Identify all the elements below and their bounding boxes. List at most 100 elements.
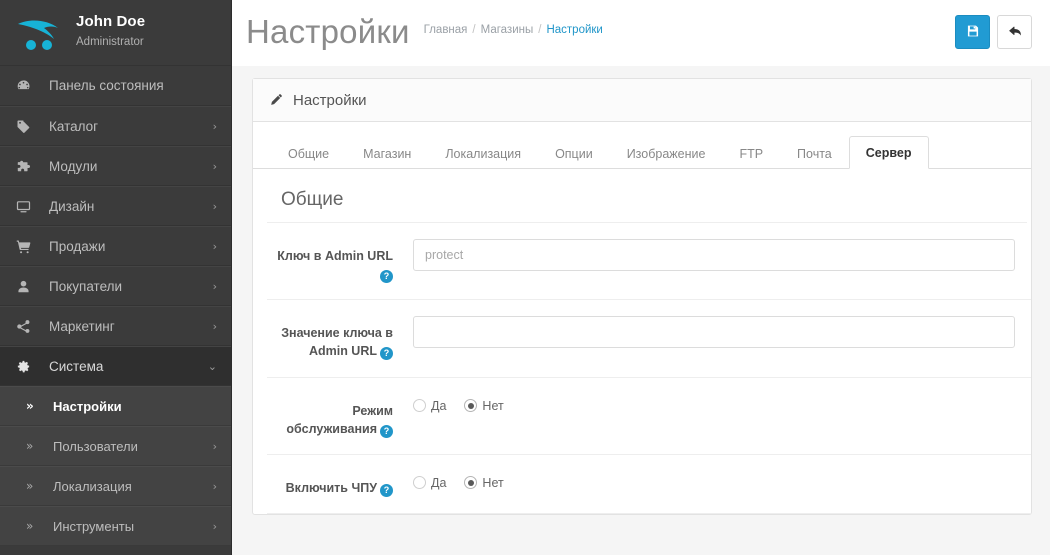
breadcrumb-item-home[interactable]: Главная — [424, 24, 468, 36]
chevron-right-icon: › — [212, 319, 217, 333]
sidebar-item-modules[interactable]: Модули › — [0, 146, 231, 186]
chevron-right-icon: › — [212, 239, 217, 253]
chevron-double-right-icon: » — [26, 479, 34, 493]
sidebar-item-label: Маркетинг — [49, 318, 115, 334]
maintenance-mode-radio-yes[interactable]: Да — [413, 399, 446, 413]
chevron-double-right-icon: » — [26, 399, 34, 413]
sidebar-item-design[interactable]: Дизайн › — [0, 186, 231, 226]
tab-image[interactable]: Изображение — [610, 137, 723, 169]
sidebar-item-users[interactable]: » Пользователи › — [0, 426, 231, 466]
question-help-icon[interactable]: ? — [380, 424, 393, 438]
desktop-monitor-icon — [16, 199, 38, 214]
content-area: Настройки Общие Магазин Локализация Опци… — [232, 66, 1050, 515]
form-row-seo-urls: Включить ЧПУ? Да Нет — [267, 455, 1031, 514]
sidebar-item-label: Система — [49, 358, 104, 374]
seo-urls-radio-group: Да Нет — [413, 471, 1015, 490]
tab-server[interactable]: Сервер — [848, 136, 929, 169]
field-control: Да Нет — [393, 471, 1015, 490]
field-label-text: Включить ЧПУ — [285, 480, 377, 495]
question-help-icon[interactable]: ? — [380, 347, 393, 361]
sidebar-item-marketing[interactable]: Маркетинг › — [0, 306, 231, 346]
user-icon — [16, 279, 38, 294]
profile-name: John Doe — [76, 13, 146, 31]
radio-label: Да — [431, 398, 447, 413]
sidebar-item-dashboard[interactable]: Панель состояния — [0, 66, 231, 106]
radio-circle-icon — [413, 399, 426, 412]
sidebar-item-system[interactable]: Система ⌄ — [0, 346, 231, 386]
field-control: Да Нет — [393, 394, 1015, 413]
tab-option[interactable]: Опции — [538, 137, 610, 169]
chevron-double-right-icon: » — [26, 439, 34, 453]
sidebar-item-settings[interactable]: » Настройки — [0, 386, 231, 426]
pencil-edit-icon — [269, 93, 283, 107]
share-nodes-icon — [16, 319, 38, 334]
tab-mail[interactable]: Почта — [780, 137, 849, 169]
panel-body: Общие Магазин Локализация Опции Изображе… — [253, 122, 1031, 514]
tab-general[interactable]: Общие — [271, 137, 346, 169]
settings-panel: Настройки Общие Магазин Локализация Опци… — [252, 78, 1032, 515]
save-button[interactable] — [955, 15, 990, 49]
maintenance-mode-radio-no[interactable]: Нет — [464, 398, 504, 413]
breadcrumb-item-settings[interactable]: Настройки — [546, 24, 602, 36]
sidebar-profile[interactable]: John Doe Administrator — [0, 0, 231, 66]
question-help-icon[interactable]: ? — [380, 483, 393, 497]
seo-urls-radio-yes[interactable]: Да — [413, 476, 446, 490]
field-label-admin-url-key-value: Значение ключа в Admin URL? — [267, 316, 393, 361]
chevron-right-icon: › — [212, 199, 217, 213]
question-help-icon[interactable]: ? — [380, 270, 393, 284]
sidebar-item-customers[interactable]: Покупатели › — [0, 266, 231, 306]
form-row-maintenance-mode: Режим обслуживания? Да Нет — [267, 378, 1031, 455]
profile-role: Administrator — [76, 35, 144, 48]
sidebar-item-label: Каталог — [49, 118, 99, 134]
chevron-down-icon: ⌄ — [207, 359, 217, 373]
radio-label: Нет — [482, 475, 504, 490]
chevron-right-icon: › — [212, 439, 217, 453]
admin-url-key-input[interactable] — [413, 239, 1015, 271]
sidebar-item-sales[interactable]: Продажи › — [0, 226, 231, 266]
sidebar-item-tools[interactable]: » Инструменты › — [0, 506, 231, 546]
sidebar-item-label: Модули — [49, 158, 98, 174]
tab-ftp[interactable]: FTP — [722, 137, 780, 169]
gear-icon — [16, 359, 38, 374]
radio-label: Да — [431, 475, 447, 490]
opencart-logo-icon — [14, 12, 70, 54]
field-control — [393, 239, 1015, 271]
floppy-disk-save-icon — [966, 24, 980, 41]
sidebar-subitem-label: Пользователи — [53, 438, 138, 454]
settings-tabs: Общие Магазин Локализация Опции Изображе… — [253, 122, 1031, 169]
admin-url-key-value-input[interactable] — [413, 316, 1015, 349]
field-label-text: Ключ в Admin URL — [277, 249, 393, 263]
radio-circle-selected-icon — [464, 399, 478, 412]
tab-store[interactable]: Магазин — [346, 137, 428, 169]
admin-page: John Doe Administrator Панель состояния … — [0, 0, 1050, 555]
tab-localisation[interactable]: Локализация — [428, 137, 538, 169]
sidebar-subnav-system: » Настройки » Пользователи › » Локализац… — [0, 386, 231, 546]
sidebar-item-catalog[interactable]: Каталог › — [0, 106, 231, 146]
breadcrumb: Главная / Магазины / Настройки — [424, 24, 603, 42]
breadcrumb-item-stores[interactable]: Магазины — [481, 24, 534, 36]
back-button[interactable] — [997, 15, 1032, 49]
radio-label: Нет — [482, 398, 504, 413]
form-row-admin-url-key-value: Значение ключа в Admin URL? — [267, 300, 1031, 378]
form-row-admin-url-key: Ключ в Admin URL? — [267, 223, 1031, 301]
field-label-text: Значение ключа в Admin URL — [281, 326, 393, 359]
puzzle-piece-icon — [16, 159, 38, 174]
breadcrumb-separator: / — [538, 24, 542, 36]
topbar-actions — [955, 15, 1032, 51]
sidebar-subitem-label: Инструменты — [53, 518, 135, 534]
tag-icon — [16, 119, 38, 134]
field-label-admin-url-key: Ключ в Admin URL? — [267, 239, 393, 284]
chevron-right-icon: › — [212, 519, 217, 533]
radio-circle-icon — [413, 476, 426, 490]
chevron-double-right-icon: » — [26, 519, 34, 533]
sidebar-item-label: Панель состояния — [49, 78, 164, 93]
field-label-seo-urls: Включить ЧПУ? — [267, 471, 393, 497]
sidebar-item-label: Дизайн — [49, 198, 95, 214]
seo-urls-radio-no[interactable]: Нет — [464, 475, 504, 490]
dashboard-gauge-icon — [16, 78, 38, 93]
section-title: Общие — [267, 169, 1027, 223]
sidebar-subitem-label: Локализация — [53, 478, 132, 494]
maintenance-mode-radio-group: Да Нет — [413, 394, 1015, 413]
sidebar-item-localisation[interactable]: » Локализация › — [0, 466, 231, 506]
chevron-right-icon: › — [212, 279, 217, 293]
